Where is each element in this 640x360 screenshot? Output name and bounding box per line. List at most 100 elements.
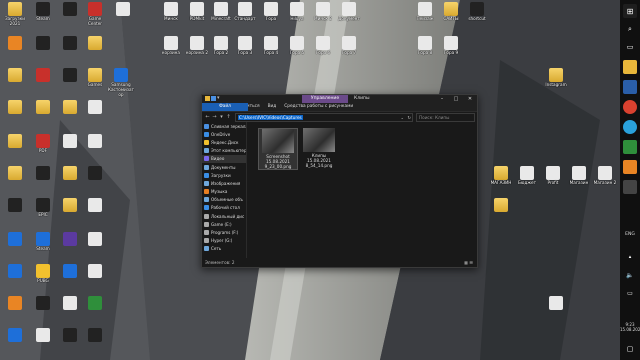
address-dropdown-icon[interactable]: ⌄ — [400, 114, 404, 121]
app-icon-green[interactable] — [623, 140, 637, 154]
nav-item[interactable]: Загрузки — [202, 171, 246, 179]
clock[interactable]: 9:23 15.08.2021 — [620, 322, 640, 332]
desktop-icon[interactable]: Гора 5 — [284, 36, 310, 56]
desktop-icon[interactable]: Документ — [336, 2, 362, 22]
start-button[interactable]: ⊞ — [623, 4, 637, 18]
desktop-icon[interactable]: PUBG — [30, 264, 56, 284]
nav-item[interactable]: Документы — [202, 163, 246, 171]
nav-item[interactable]: Рабочий стол — [202, 204, 246, 212]
nav-item[interactable]: Изображения — [202, 179, 246, 187]
app-icon-telegram[interactable] — [623, 120, 637, 134]
close-button[interactable]: ✕ — [463, 95, 477, 103]
desktop-icon[interactable]: Games — [82, 68, 108, 88]
chrome-icon[interactable] — [623, 100, 637, 114]
desktop-icon[interactable] — [57, 134, 83, 149]
forward-icon[interactable]: → — [211, 114, 218, 120]
volume-icon[interactable]: 🔈 — [623, 268, 637, 282]
refresh-icon[interactable]: ↻ — [407, 114, 411, 121]
desktop-icon[interactable] — [82, 328, 108, 343]
nav-item[interactable]: Музыка — [202, 188, 246, 196]
desktop-icon[interactable]: Гора 2 — [208, 36, 234, 56]
address-bar[interactable]: C:\Users\IVIC\Videos\Captures ⌄ ↻ — [235, 112, 413, 122]
desktop-icon[interactable] — [2, 134, 28, 149]
desktop-icon[interactable] — [57, 328, 83, 343]
quick-access-icons[interactable]: ▾ — [205, 96, 225, 102]
nav-item[interactable]: Сливная зеркала — [202, 122, 246, 130]
desktop-icon[interactable] — [30, 166, 56, 181]
nav-item[interactable]: Game (E:) — [202, 220, 246, 228]
chevron-down-icon[interactable]: ▾ — [217, 96, 222, 101]
desktop-icon[interactable]: Гора 7 — [336, 36, 362, 56]
desktop-icon[interactable] — [82, 264, 108, 279]
desktop-icon[interactable]: Instagram — [543, 68, 569, 88]
desktop-icon[interactable] — [2, 264, 28, 279]
maximize-button[interactable]: □ — [449, 95, 463, 103]
desktop-icon[interactable] — [30, 296, 56, 311]
tray-icons[interactable]: ▴ — [623, 250, 637, 264]
desktop-icon[interactable] — [57, 198, 83, 213]
desktop-icon[interactable]: shortcut — [464, 2, 490, 22]
title-bar[interactable]: ▾ Управление Клипы – □ ✕ — [202, 95, 477, 103]
desktop-icon[interactable]: Пейзаж — [412, 2, 438, 22]
desktop-icon[interactable] — [82, 232, 108, 247]
file-item[interactable]: Screenshot 15.08.2021 9_23_00.png — [258, 128, 298, 170]
nav-item[interactable]: Hyper (G:) — [202, 237, 246, 245]
desktop-icon[interactable] — [82, 296, 108, 311]
minimize-button[interactable]: – — [435, 95, 449, 103]
desktop-icon[interactable] — [57, 36, 83, 51]
desktop-icon[interactable]: Гора 8 — [412, 36, 438, 56]
desktop-icon[interactable]: Game Center — [82, 2, 108, 27]
desktop-icon[interactable] — [488, 198, 514, 213]
desktop-icon[interactable]: Стандарт — [232, 2, 258, 22]
search-icon[interactable]: ⌕ — [623, 22, 637, 36]
desktop-icon[interactable] — [2, 68, 28, 83]
view-toggle-icons[interactable]: ▦ ☰ — [464, 258, 473, 267]
desktop-icon[interactable] — [2, 296, 28, 311]
nav-item[interactable]: OneDrive — [202, 130, 246, 138]
language-indicator[interactable]: ENG — [620, 232, 640, 237]
desktop-icon[interactable]: Hiluya — [284, 2, 310, 22]
desktop-icon[interactable]: Бюджет — [514, 166, 540, 186]
desktop-icon[interactable] — [2, 328, 28, 343]
file-explorer-taskbar-icon[interactable] — [623, 60, 637, 74]
desktop-icon[interactable] — [82, 134, 108, 149]
desktop-icon[interactable]: PDF — [30, 134, 56, 154]
ribbon-tab[interactable]: Вид — [264, 103, 281, 111]
recent-locations-icon[interactable]: ▾ — [218, 114, 225, 120]
desktop-icon[interactable] — [30, 68, 56, 83]
ribbon-tab[interactable]: Средства работы с рисунками — [280, 103, 357, 111]
browser-taskbar-icon[interactable] — [623, 80, 637, 94]
desktop-icon[interactable]: Минск — [158, 2, 184, 22]
search-input[interactable]: Поиск: Клипы — [416, 112, 475, 122]
desktop-icon[interactable] — [57, 68, 83, 83]
desktop-icon[interactable]: Гора 3 — [232, 36, 258, 56]
desktop-icon[interactable]: Магазин — [566, 166, 592, 186]
notifications-icon[interactable]: ▢ — [623, 342, 637, 356]
nav-item[interactable]: Этот компьютер — [202, 147, 246, 155]
desktop-icon[interactable] — [82, 198, 108, 213]
save-icon[interactable] — [211, 96, 216, 101]
desktop-icon[interactable]: Steam — [30, 2, 56, 22]
nav-item[interactable]: Видео — [202, 154, 246, 163]
desktop-icon[interactable]: Minecraft — [208, 2, 234, 22]
desktop-icon[interactable] — [543, 296, 569, 311]
nav-item[interactable]: Локальный дис — [202, 212, 246, 220]
desktop-icon[interactable] — [2, 100, 28, 115]
nav-item[interactable]: Объемные объ — [202, 196, 246, 204]
nav-item[interactable]: Яндекс.Диск — [202, 138, 246, 146]
nav-item[interactable]: Programs (F:) — [202, 228, 246, 236]
desktop-icon[interactable] — [57, 232, 83, 247]
task-view-icon[interactable]: ▭ — [623, 40, 637, 54]
desktop-icon[interactable] — [30, 36, 56, 51]
ribbon-tab[interactable]: Файл — [202, 103, 248, 111]
desktop-icon[interactable] — [82, 166, 108, 181]
desktop-icon[interactable] — [57, 264, 83, 279]
manage-context-tab[interactable]: Управление — [302, 95, 348, 103]
back-icon[interactable]: ← — [204, 114, 211, 120]
desktop-icon[interactable]: САЙТЫ — [438, 2, 464, 22]
desktop-icon[interactable]: корзина — [158, 36, 184, 56]
desktop-icon[interactable]: Гора 6 — [310, 36, 336, 56]
desktop-icon[interactable]: Samsung Кастомизатор — [108, 68, 134, 97]
desktop-icon[interactable] — [57, 296, 83, 311]
desktop-icon[interactable]: Минск 2 — [310, 2, 336, 22]
